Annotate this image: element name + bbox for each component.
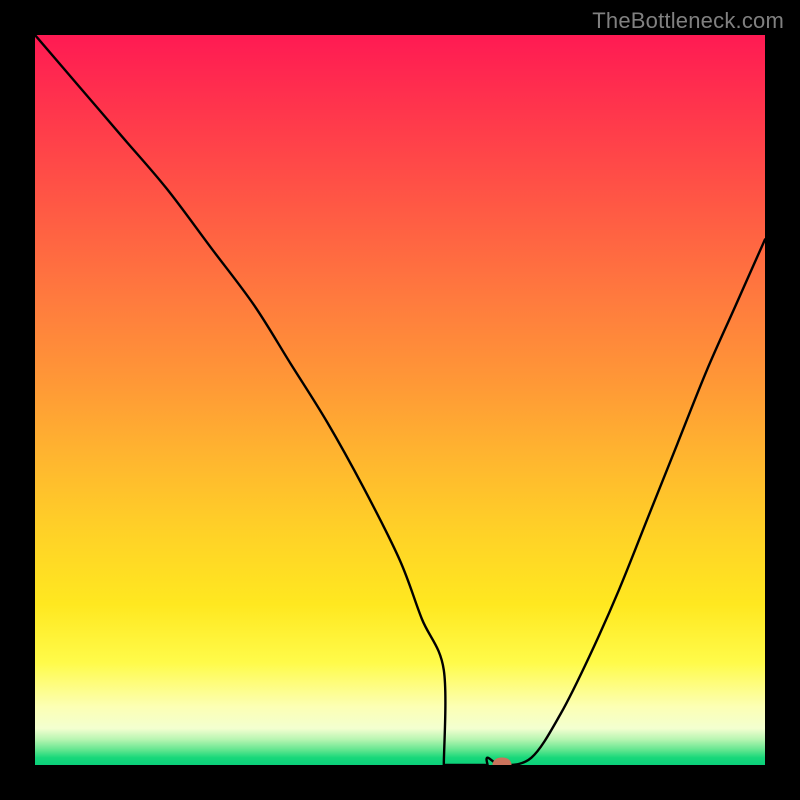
- bottleneck-curve: [35, 35, 765, 765]
- chart-frame: TheBottleneck.com: [0, 0, 800, 800]
- watermark-text: TheBottleneck.com: [592, 8, 784, 34]
- plot-area: [35, 35, 765, 765]
- optimum-marker: [493, 758, 512, 766]
- curve-path: [35, 35, 765, 765]
